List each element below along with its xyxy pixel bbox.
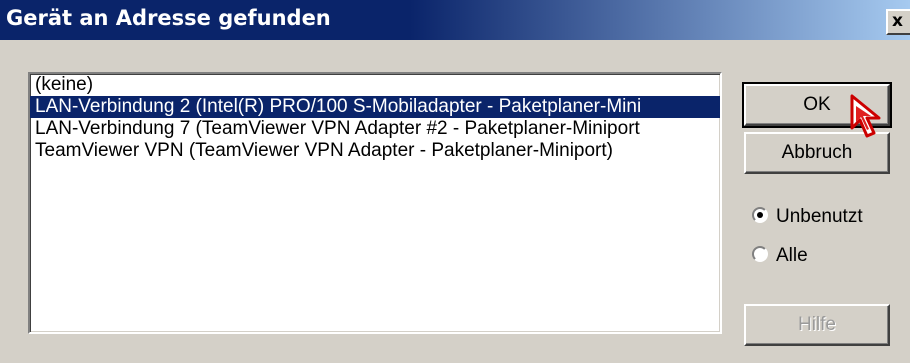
adapter-listbox[interactable]: (keine) LAN-Verbindung 2 (Intel(R) PRO/1… — [28, 72, 722, 334]
close-icon: x — [892, 11, 903, 31]
list-item-selected[interactable]: LAN-Verbindung 2 (Intel(R) PRO/100 S-Mob… — [30, 96, 720, 118]
radio-dot — [757, 212, 763, 219]
radio-label-unbenutzt: Unbenutzt — [776, 206, 863, 227]
list-item[interactable]: (keine) — [30, 74, 720, 96]
radio-button[interactable] — [752, 246, 768, 263]
radio-alle[interactable]: Alle — [752, 244, 808, 268]
title-bar[interactable]: Gerät an Adresse gefunden x — [0, 0, 910, 40]
radio-label-alle: Alle — [776, 245, 808, 266]
close-button[interactable]: x — [886, 9, 910, 35]
help-button: Hilfe — [744, 304, 890, 346]
radio-button-checked[interactable] — [752, 207, 768, 224]
dialog-window: Gerät an Adresse gefunden x (keine) LAN-… — [0, 0, 910, 363]
list-item[interactable]: TeamViewer VPN (TeamViewer VPN Adapter -… — [30, 140, 720, 162]
list-item[interactable]: LAN-Verbindung 7 (TeamViewer VPN Adapter… — [30, 118, 720, 140]
dialog-title: Gerät an Adresse gefunden — [6, 6, 331, 30]
mouse-pointer-icon — [850, 94, 881, 138]
radio-unbenutzt[interactable]: Unbenutzt — [752, 205, 863, 229]
